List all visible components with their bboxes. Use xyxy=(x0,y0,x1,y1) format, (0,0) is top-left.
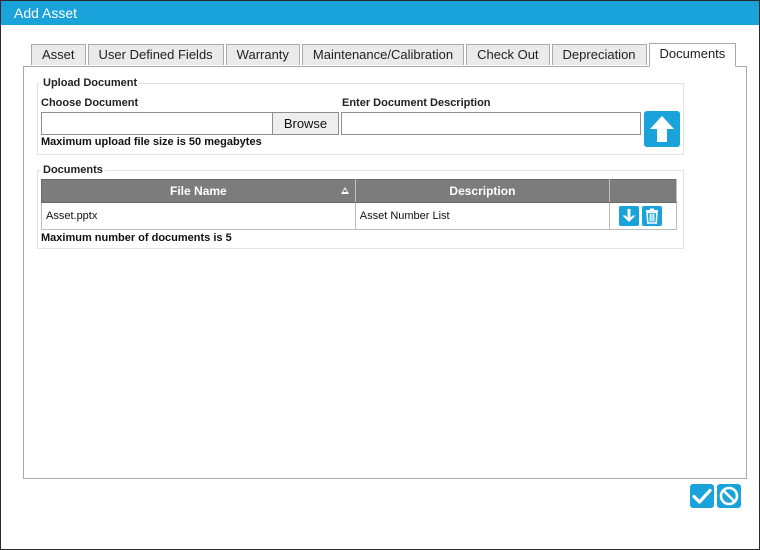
file-name-cell: Asset.pptx xyxy=(41,202,356,230)
tab-strip: Asset User Defined Fields Warranty Maint… xyxy=(31,43,738,67)
choose-document-label: Choose Document xyxy=(41,97,139,109)
documents-table-header: File Name Description xyxy=(41,179,677,203)
description-column-header[interactable]: Description xyxy=(354,179,611,203)
actions-cell xyxy=(609,202,677,230)
tab-check-out[interactable]: Check Out xyxy=(466,44,550,65)
table-row: Asset.pptx Asset Number List xyxy=(41,202,677,230)
title-bar: Add Asset xyxy=(1,1,759,25)
upload-button[interactable] xyxy=(644,111,680,147)
choose-document-field[interactable] xyxy=(41,112,273,135)
file-name-header-label: File Name xyxy=(170,184,227,198)
document-description-field[interactable] xyxy=(341,112,641,135)
sort-ascending-icon xyxy=(340,187,349,194)
actions-column-header xyxy=(609,179,677,203)
tab-user-defined-fields[interactable]: User Defined Fields xyxy=(87,44,224,65)
documents-legend: Documents xyxy=(41,164,105,176)
documents-table: File Name Description Asset.pptx Asset N… xyxy=(41,179,677,230)
tab-depreciation[interactable]: Depreciation xyxy=(551,44,647,65)
description-header-label: Description xyxy=(449,184,516,198)
trash-icon xyxy=(646,208,659,224)
documents-count-note: Maximum number of documents is 5 xyxy=(41,232,232,244)
tab-documents[interactable]: Documents xyxy=(648,43,737,67)
upload-size-note: Maximum upload file size is 50 megabytes xyxy=(41,136,262,148)
add-asset-dialog: Add Asset Asset User Defined Fields Warr… xyxy=(0,0,760,550)
tab-asset[interactable]: Asset xyxy=(31,44,86,65)
save-button[interactable] xyxy=(690,484,714,508)
description-label: Enter Document Description xyxy=(342,97,491,109)
cancel-icon xyxy=(719,486,739,506)
checkmark-icon xyxy=(692,488,712,504)
download-button[interactable] xyxy=(619,206,640,226)
description-cell: Asset Number List xyxy=(354,202,611,230)
cancel-button[interactable] xyxy=(717,484,741,508)
download-icon xyxy=(622,209,636,222)
upload-document-legend: Upload Document xyxy=(41,77,140,89)
delete-button[interactable] xyxy=(642,206,663,226)
tab-warranty[interactable]: Warranty xyxy=(225,44,300,65)
upload-arrow-icon xyxy=(650,116,674,142)
browse-button[interactable]: Browse xyxy=(272,112,339,135)
file-name-column-header[interactable]: File Name xyxy=(41,179,356,203)
tab-maintenance-calibration[interactable]: Maintenance/Calibration xyxy=(301,44,465,65)
window-title: Add Asset xyxy=(14,5,78,21)
